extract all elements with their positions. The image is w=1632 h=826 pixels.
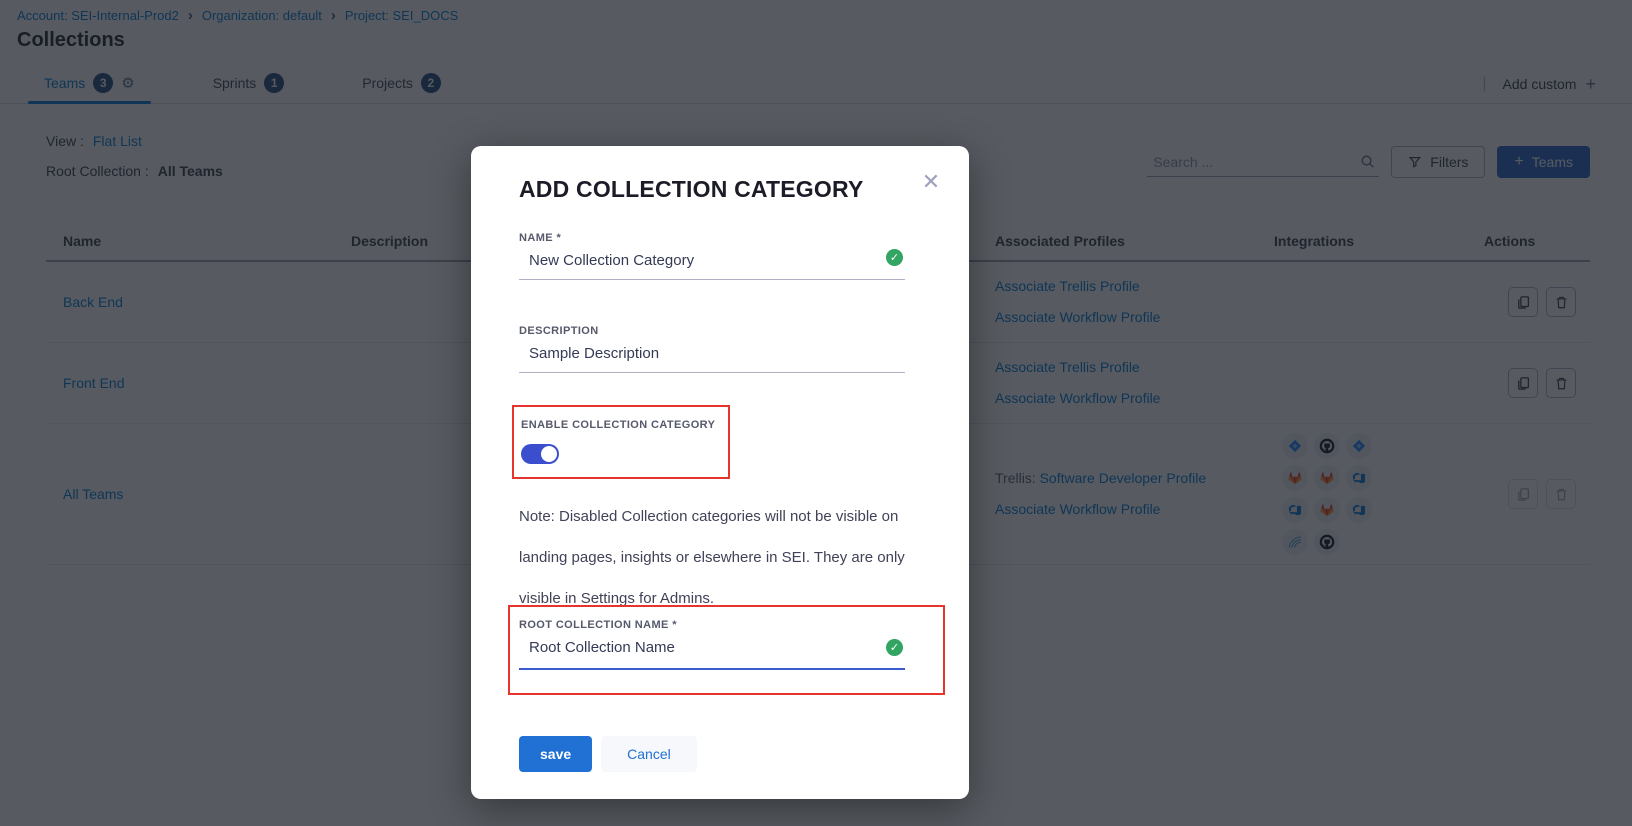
valid-check-icon: ✓: [886, 639, 903, 656]
modal-title: ADD COLLECTION CATEGORY: [519, 176, 863, 203]
name-input[interactable]: [519, 244, 905, 280]
close-icon[interactable]: ✕: [919, 170, 943, 194]
valid-check-icon: ✓: [886, 249, 903, 266]
disabled-category-note: Note: Disabled Collection categories wil…: [519, 496, 925, 619]
highlight-box-enable-category: ENABLE COLLECTION CATEGORY: [512, 405, 730, 479]
description-field: DESCRIPTION: [519, 325, 905, 373]
root-collection-field-label: ROOT COLLECTION NAME *: [519, 619, 905, 631]
cancel-button[interactable]: Cancel: [601, 736, 697, 772]
root-collection-input[interactable]: [519, 631, 905, 670]
description-input[interactable]: [519, 337, 905, 373]
enable-category-label: ENABLE COLLECTION CATEGORY: [521, 419, 728, 431]
root-collection-field: ROOT COLLECTION NAME * ✓: [519, 619, 905, 670]
name-field: NAME * ✓: [519, 232, 905, 280]
add-collection-category-modal: ✕ ADD COLLECTION CATEGORY NAME * ✓ DESCR…: [471, 146, 969, 799]
modal-actions: save Cancel: [519, 736, 697, 772]
enable-category-toggle[interactable]: [521, 444, 559, 464]
description-field-label: DESCRIPTION: [519, 325, 905, 337]
name-field-label: NAME *: [519, 232, 905, 244]
collections-page: Account: SEI-Internal-Prod2 › Organizati…: [0, 0, 1632, 826]
save-button[interactable]: save: [519, 736, 592, 772]
